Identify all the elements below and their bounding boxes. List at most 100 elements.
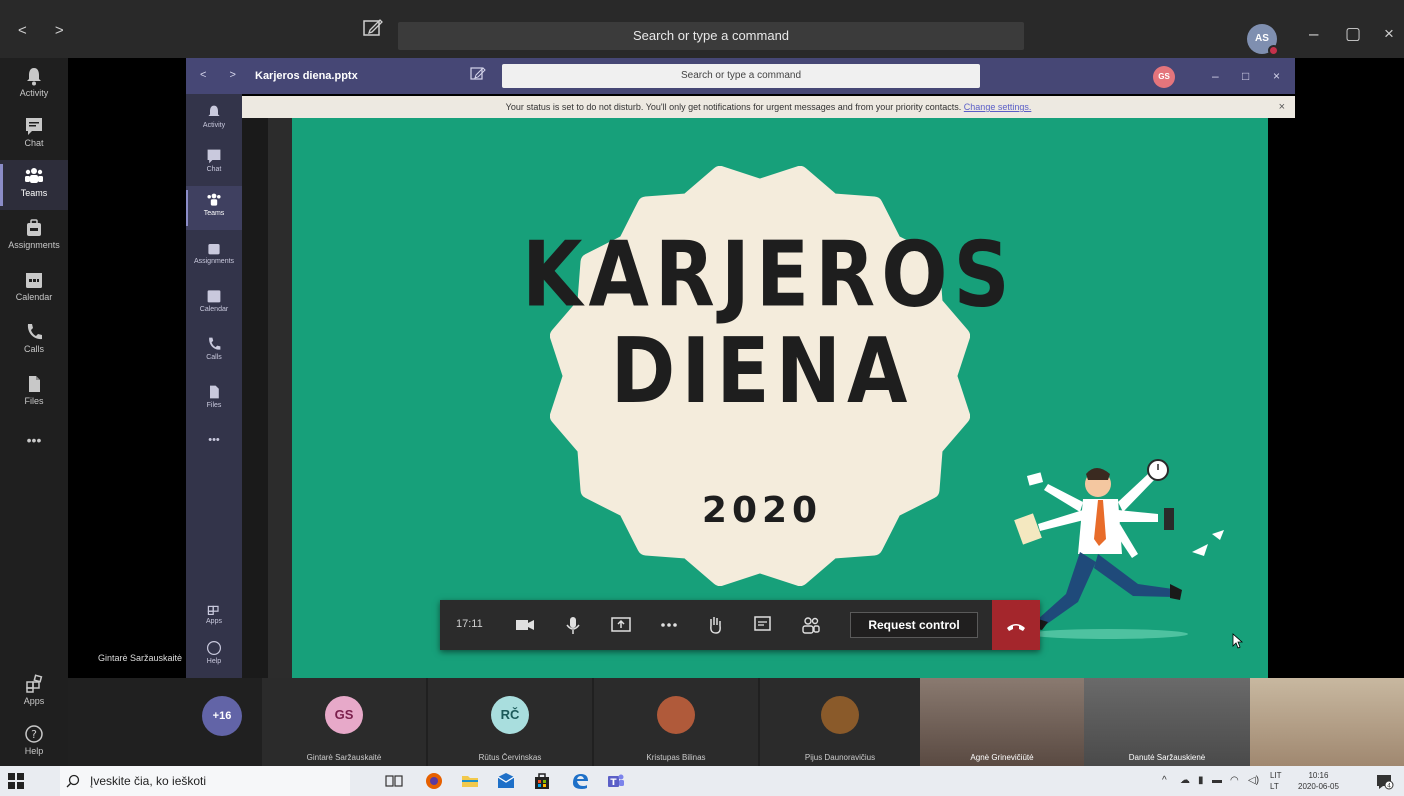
shared-rail-calls: Calls [186, 330, 242, 374]
participant-video-tile[interactable] [1250, 678, 1404, 766]
title-bar: < > Search or type a command AS – ▢ × [0, 0, 1404, 58]
svg-text:?: ? [31, 728, 37, 741]
request-control-button[interactable]: Request control [850, 612, 978, 638]
windows-taskbar: Įveskite čia, ko ieškoti T ^ ☁ ▮ ▬ ◠ ◁) … [0, 766, 1404, 796]
shared-rail-calendar: Calendar [186, 282, 242, 326]
close-button[interactable]: × [1384, 24, 1394, 44]
maximize-button[interactable]: ▢ [1345, 24, 1361, 44]
teams-icon [25, 168, 43, 183]
participants-icon[interactable] [800, 614, 822, 636]
participant-tile[interactable]: Kristupas Bilinas [594, 678, 758, 766]
rail-item-calls[interactable]: Calls [0, 316, 68, 366]
participant-video-tile[interactable]: Agnė Grinevičiūtė [920, 678, 1084, 766]
raise-hand-icon[interactable] [704, 614, 726, 636]
store-icon[interactable] [532, 771, 552, 791]
shared-rail-label: Chat [206, 166, 222, 173]
shared-close-icon: × [1273, 69, 1281, 83]
rail-item-apps[interactable]: Apps [0, 668, 68, 718]
participant-name: Agnė Grinevičiūtė [970, 753, 1034, 762]
camera-icon[interactable] [514, 614, 536, 636]
change-settings-link: Change settings. [963, 102, 1032, 112]
more-participants-button[interactable]: +16 [202, 696, 242, 736]
shared-maximize-icon: □ [1242, 69, 1250, 83]
slide-title: KARJEROS DIENA [522, 227, 1010, 420]
notice-close-icon: × [1278, 101, 1285, 113]
shared-rail-label: Calls [206, 354, 222, 361]
history-nav[interactable]: < > [18, 22, 76, 39]
new-chat-icon[interactable] [362, 18, 384, 38]
search-input[interactable]: Search or type a command [398, 22, 1024, 50]
teams-icon [207, 193, 221, 206]
rail-item-help[interactable]: ? Help [0, 718, 68, 768]
taskbar-search-text: Įveskite čia, ko ieškoti [90, 774, 207, 788]
shared-rail-label: Apps [206, 618, 222, 625]
hang-up-button[interactable] [992, 600, 1040, 650]
rail-item-teams[interactable]: Teams [0, 160, 68, 210]
dnd-notice-banner: Your status is set to do not disturb. Yo… [242, 96, 1295, 118]
windows-start-icon[interactable] [8, 773, 24, 789]
rail-item-calendar[interactable]: Calendar [0, 264, 68, 314]
calendar-icon [207, 290, 221, 303]
bell-icon [27, 68, 41, 86]
shared-rail-label: Help [206, 658, 222, 665]
microphone-icon[interactable] [562, 614, 584, 636]
edge-icon[interactable] [570, 771, 590, 791]
battery-icon[interactable]: ▮ [1198, 775, 1204, 786]
firefox-icon[interactable] [424, 771, 444, 791]
participant-tile[interactable]: RČ Rūtus Červinskas [428, 678, 592, 766]
search-icon [66, 774, 80, 788]
action-center-icon[interactable]: 4 [1374, 771, 1394, 791]
rail-item-files[interactable]: Files [0, 368, 68, 418]
shared-rail-label: Assignments [193, 258, 235, 265]
more-icon: ••• [208, 434, 220, 446]
presentation-slide: KARJEROS DIENA 2020 [292, 118, 1268, 678]
participant-video-tile[interactable]: Danutė Saržauskienė [1084, 678, 1250, 766]
wifi-icon[interactable]: ◠ [1230, 775, 1239, 786]
participant-avatar: RČ [491, 696, 529, 734]
tray-overflow-icon[interactable]: ^ [1162, 775, 1167, 786]
rail-label: Activity [19, 88, 49, 98]
apps-icon [26, 674, 43, 693]
volume-icon[interactable]: ◁) [1248, 775, 1259, 786]
rail-item-more[interactable]: ••• [0, 424, 68, 474]
lang-line: LIT [1270, 771, 1282, 780]
network-icon[interactable]: ▬ [1212, 775, 1222, 786]
participant-tile[interactable]: GS Gintarė Saržauskaitė [262, 678, 426, 766]
shared-history-nav: < > [200, 69, 246, 81]
call-duration: 17:11 [456, 618, 483, 630]
input-language[interactable]: LIT LT [1270, 770, 1282, 792]
calendar-icon [26, 273, 42, 288]
rail-label: Files [24, 396, 44, 406]
shared-window-title: Karjeros diena.pptx [255, 70, 358, 82]
share-screen-icon[interactable] [610, 614, 632, 636]
meeting-chat-icon[interactable] [752, 614, 774, 636]
shared-rail-label: Activity [202, 122, 226, 129]
participant-name: Danutė Saržauskienė [1128, 753, 1206, 762]
user-avatar[interactable]: AS [1247, 24, 1279, 56]
lang-line: LT [1270, 782, 1279, 791]
task-view-icon[interactable] [384, 771, 404, 791]
mail-icon[interactable] [496, 771, 516, 791]
participant-name: Gintarė Saržauskaitė [306, 753, 382, 762]
onedrive-icon[interactable]: ☁ [1180, 775, 1190, 786]
clock-date: 2020-06-05 [1298, 782, 1339, 791]
chat-icon [207, 149, 221, 164]
svg-text:T: T [610, 778, 617, 788]
participant-tile[interactable]: Pijus Daunoravičius [760, 678, 920, 766]
phone-icon [209, 337, 221, 350]
shared-rail-apps: Apps [186, 594, 242, 638]
minimize-button[interactable]: – [1309, 24, 1318, 44]
rail-item-activity[interactable]: Activity [0, 60, 68, 110]
app-bar: Activity Chat Teams Assignments Calendar… [0, 58, 68, 766]
rail-label: Calls [23, 344, 44, 354]
rail-item-assignments[interactable]: Assignments [0, 212, 68, 262]
taskbar-clock[interactable]: 10:16 2020-06-05 [1298, 770, 1339, 792]
more-options-icon[interactable] [658, 614, 680, 636]
participants-strip: +16 GS Gintarė Saržauskaitė RČ Rūtus Čer… [68, 678, 1404, 766]
teams-app-icon[interactable]: T [606, 771, 626, 791]
shared-user-avatar: GS [1153, 66, 1175, 88]
bell-icon [208, 105, 220, 116]
participant-photo [657, 696, 695, 734]
rail-item-chat[interactable]: Chat [0, 110, 68, 160]
file-explorer-icon[interactable] [460, 771, 480, 791]
